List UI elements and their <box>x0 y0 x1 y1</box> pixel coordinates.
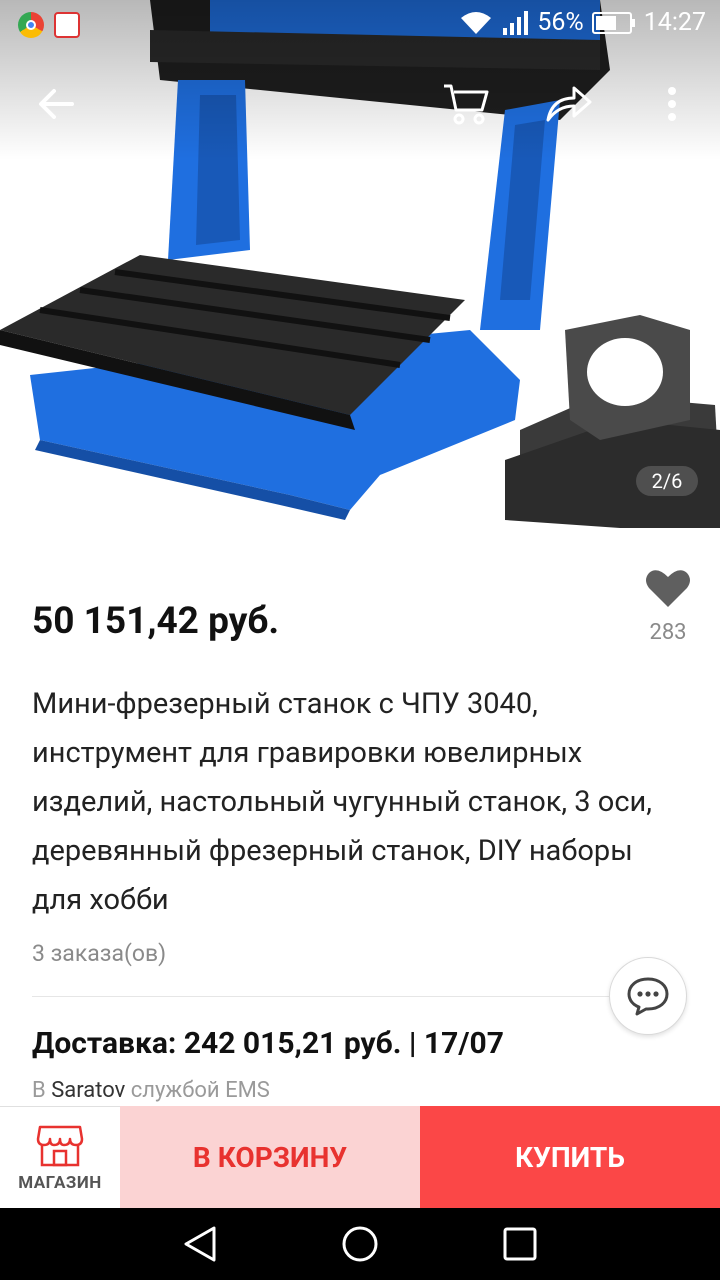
square-recents-icon <box>503 1227 537 1261</box>
nav-home-button[interactable] <box>338 1222 382 1266</box>
heart-icon <box>646 570 690 607</box>
status-bar: 56% 14:27 <box>0 0 720 50</box>
battery-percent: 56% <box>537 8 584 37</box>
buy-now-button[interactable]: КУПИТЬ <box>420 1106 720 1208</box>
more-icon <box>668 87 676 121</box>
wifi-icon <box>461 11 492 34</box>
shipping-details: В Saratov службой EMS <box>32 1078 270 1103</box>
cart-button[interactable] <box>440 78 492 130</box>
shipping-cost[interactable]: Доставка: 242 015,21 руб. | 17/07 <box>32 1026 504 1061</box>
wishlist-count: 283 <box>649 620 687 645</box>
chat-button[interactable] <box>609 957 687 1035</box>
store-label: МАГАЗИН <box>18 1172 102 1193</box>
product-price: 50 151,42 руб. <box>32 600 280 643</box>
chrome-icon <box>18 12 44 38</box>
shipping-suffix: службой EMS <box>130 1078 270 1103</box>
divider <box>32 996 612 997</box>
shipping-city: Saratov <box>51 1078 126 1103</box>
orders-count: 3 заказа(ов) <box>32 940 167 967</box>
shipping-prefix: В <box>32 1078 46 1103</box>
share-icon <box>546 86 592 122</box>
chat-icon <box>627 977 669 1016</box>
app-logo-icon <box>54 12 80 38</box>
gallery-pager: 2/6 <box>636 466 698 496</box>
share-button[interactable] <box>542 78 594 130</box>
triangle-back-icon <box>184 1226 216 1262</box>
back-arrow-icon <box>39 89 74 119</box>
back-button[interactable] <box>30 78 82 130</box>
system-nav-bar <box>0 1208 720 1280</box>
add-to-cart-button[interactable]: В КОРЗИНУ <box>120 1106 420 1208</box>
product-title: Мини-фрезерный станок с ЧПУ 3040, инстру… <box>32 687 652 917</box>
battery-icon <box>591 11 635 34</box>
nav-back-button[interactable] <box>178 1222 222 1266</box>
store-icon <box>36 1125 84 1166</box>
cart-icon <box>444 84 489 125</box>
clock: 14:27 <box>643 8 706 37</box>
store-button[interactable]: МАГАЗИН <box>0 1106 120 1208</box>
wishlist-button[interactable]: 283 <box>640 568 696 645</box>
circle-home-icon <box>342 1226 378 1262</box>
product-image-gallery[interactable]: 2/6 <box>0 0 720 545</box>
nav-recents-button[interactable] <box>498 1222 542 1266</box>
signal-icon <box>503 10 529 35</box>
more-options-button[interactable] <box>646 78 698 130</box>
action-bar: МАГАЗИН В КОРЗИНУ КУПИТЬ <box>0 1106 720 1208</box>
